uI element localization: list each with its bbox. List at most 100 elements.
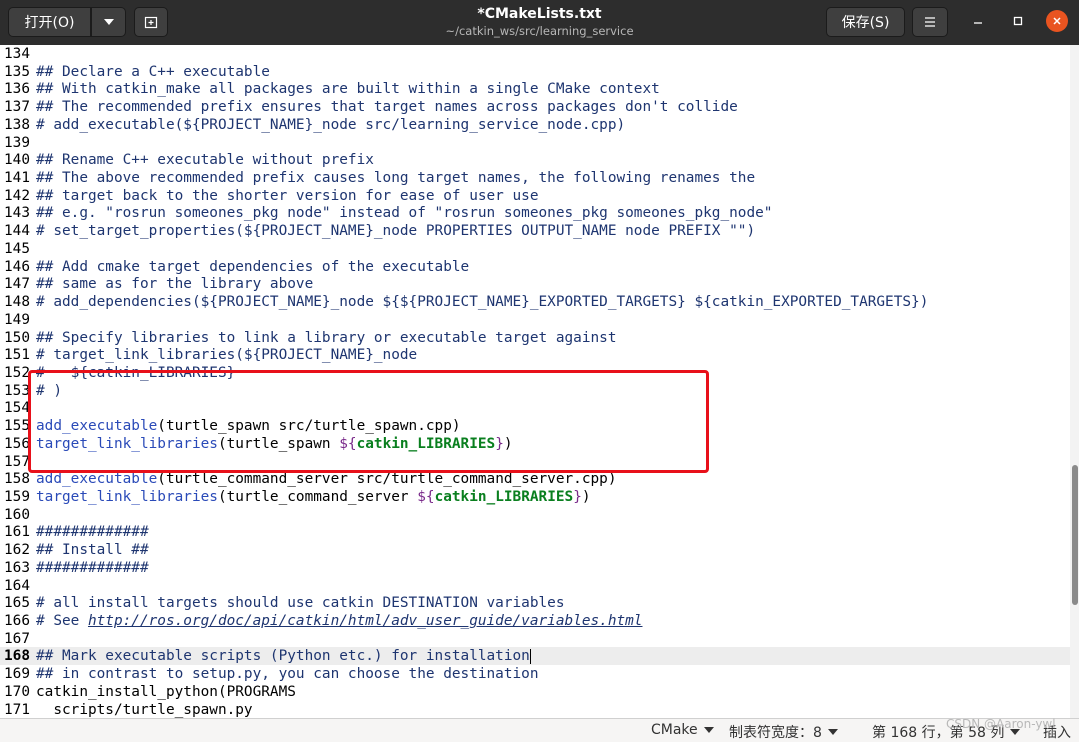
code-line[interactable]: 141 ## The above recommended prefix cause…	[0, 169, 1070, 187]
code-line[interactable]: 171 scripts/turtle_spawn.py	[0, 701, 1070, 718]
line-number: 161	[4, 524, 30, 541]
code-token: # target_link_libraries(${PROJECT_NAME}_…	[36, 347, 418, 364]
code-line[interactable]: 147 ## same as for the library above	[0, 275, 1070, 293]
line-number: 145	[4, 240, 30, 257]
line-code: ## e.g. "rosrun someones_pkg node" inste…	[36, 204, 772, 222]
code-line[interactable]: 139	[0, 134, 1070, 152]
code-line[interactable]: 149	[0, 311, 1070, 329]
line-number: 134	[4, 46, 30, 62]
code-token: scripts/turtle_spawn.py	[36, 701, 253, 718]
code-line[interactable]: 164	[0, 577, 1070, 595]
code-line[interactable]: 161 #############	[0, 523, 1070, 541]
line-code: # set_target_properties(${PROJECT_NAME}_…	[36, 222, 755, 240]
line-number: 148	[4, 294, 30, 311]
code-line[interactable]: 143 ## e.g. "rosrun someones_pkg node" in…	[0, 204, 1070, 222]
code-token: target_link_libraries	[36, 489, 218, 505]
code-line[interactable]: 159 target_link_libraries(turtle_command_…	[0, 488, 1070, 506]
tab-width-label: 制表符宽度：8	[729, 725, 822, 741]
code-line[interactable]: 160	[0, 506, 1070, 524]
line-code: ## same as for the library above	[36, 275, 313, 293]
code-token: catkin_install_python(PROGRAMS	[36, 683, 296, 700]
chevron-down-icon	[703, 727, 714, 733]
code-line[interactable]: 167	[0, 630, 1070, 648]
code-token: ## The recommended prefix ensures that t…	[36, 99, 738, 116]
line-code: ## With catkin_make all packages are bui…	[36, 80, 660, 98]
code-token: ## Declare a C++ executable	[36, 63, 270, 80]
code-token: # add_executable(${PROJECT_NAME}_node sr…	[36, 116, 626, 133]
text-cursor	[529, 648, 531, 664]
vertical-scrollbar[interactable]	[1070, 45, 1079, 718]
line-number: 150	[4, 329, 30, 346]
line-number: 159	[4, 489, 30, 505]
code-line[interactable]: 134	[0, 45, 1070, 63]
code-line[interactable]: 151 # target_link_libraries(${PROJECT_NAM…	[0, 346, 1070, 364]
scrollbar-thumb[interactable]	[1072, 465, 1078, 605]
line-code: target_link_libraries(turtle_command_ser…	[36, 488, 591, 506]
code-token: # all install targets should use catkin …	[36, 595, 565, 612]
line-number: 165	[4, 595, 30, 612]
code-token: (turtle_command_server	[217, 489, 418, 505]
tab-width-selector[interactable]: 制表符宽度：8	[729, 722, 838, 742]
code-line[interactable]: 148 # add_dependencies(${PROJECT_NAME}_no…	[0, 293, 1070, 311]
maximize-icon	[1013, 16, 1023, 26]
code-line[interactable]: 146 ## Add cmake target dependencies of t…	[0, 258, 1070, 276]
code-line[interactable]: 136 ## With catkin_make all packages are …	[0, 80, 1070, 98]
line-number: 143	[4, 205, 30, 222]
line-number: 166	[4, 613, 30, 630]
maximize-button[interactable]	[1007, 10, 1029, 32]
url-link[interactable]: http://ros.org/doc/api/catkin/html/adv_u…	[88, 613, 643, 629]
line-code: # all install targets should use catkin …	[36, 594, 565, 612]
line-number: 136	[4, 81, 30, 98]
language-selector[interactable]: CMake	[651, 722, 714, 738]
code-line[interactable]: 166 # See http://ros.org/doc/api/catkin/h…	[0, 612, 1070, 630]
line-code: ## Rename C++ executable without prefix	[36, 151, 374, 169]
close-button[interactable]	[1046, 10, 1068, 32]
minimize-icon	[974, 22, 982, 24]
code-line[interactable]: 162 ## Install ##	[0, 541, 1070, 559]
code-token: # set_target_properties(${PROJECT_NAME}_…	[36, 223, 756, 240]
line-code: ## Add cmake target dependencies of the …	[36, 258, 469, 276]
watermark-text: CSDN @Aaron-ywl	[946, 717, 1056, 731]
line-code: scripts/turtle_spawn.py	[36, 701, 253, 718]
line-number: 142	[4, 187, 30, 204]
line-number: 171	[4, 701, 30, 718]
code-line[interactable]: 170 catkin_install_python(PROGRAMS	[0, 683, 1070, 701]
line-number: 135	[4, 63, 30, 80]
code-line[interactable]: 138 # add_executable(${PROJECT_NAME}_node…	[0, 116, 1070, 134]
code-line[interactable]: 150 ## Specify libraries to link a librar…	[0, 329, 1070, 347]
code-line[interactable]: 163 #############	[0, 559, 1070, 577]
code-line[interactable]: 169 ## in contrast to setup.py, you can c…	[0, 665, 1070, 683]
code-line[interactable]: 142 ## target back to the shorter version…	[0, 187, 1070, 205]
line-number: 137	[4, 99, 30, 116]
save-button[interactable]: 保存(S)	[826, 7, 905, 37]
code-line[interactable]: 168 ## Mark executable scripts (Python et…	[0, 647, 1070, 666]
code-line[interactable]: 144 # set_target_properties(${PROJECT_NAM…	[0, 222, 1070, 240]
highlight-annotation-box	[28, 370, 709, 473]
minimize-button[interactable]	[967, 10, 989, 32]
code-token: ## same as for the library above	[36, 276, 314, 293]
chevron-down-icon	[827, 729, 838, 735]
line-number: 146	[4, 258, 30, 275]
code-token: ## The above recommended prefix causes l…	[36, 170, 756, 187]
line-code: ## Declare a C++ executable	[36, 63, 270, 81]
line-number: 164	[4, 577, 30, 594]
code-token: )	[581, 489, 591, 505]
line-number: 140	[4, 152, 30, 169]
line-code: ## target back to the shorter version fo…	[36, 187, 539, 205]
code-line[interactable]: 135 ## Declare a C++ executable	[0, 63, 1070, 81]
code-line[interactable]: 165 # all install targets should use catk…	[0, 594, 1070, 612]
code-token: ${	[417, 489, 435, 505]
line-number: 141	[4, 170, 30, 187]
code-line[interactable]: 145	[0, 240, 1070, 258]
line-code: # See http://ros.org/doc/api/catkin/html…	[36, 612, 642, 630]
code-token: add_executable	[36, 471, 158, 488]
code-token: #############	[36, 524, 149, 541]
code-line[interactable]: 137 ## The recommended prefix ensures tha…	[0, 98, 1070, 116]
line-number: 151	[4, 347, 30, 364]
line-code: ## The above recommended prefix causes l…	[36, 169, 755, 187]
hamburger-menu-button[interactable]	[912, 7, 948, 37]
line-code: ## in contrast to setup.py, you can choo…	[36, 665, 539, 683]
code-line[interactable]: 140 ## Rename C++ executable without pref…	[0, 151, 1070, 169]
code-token: ## Specify libraries to link a library o…	[36, 329, 617, 346]
code-token: #############	[36, 559, 149, 576]
